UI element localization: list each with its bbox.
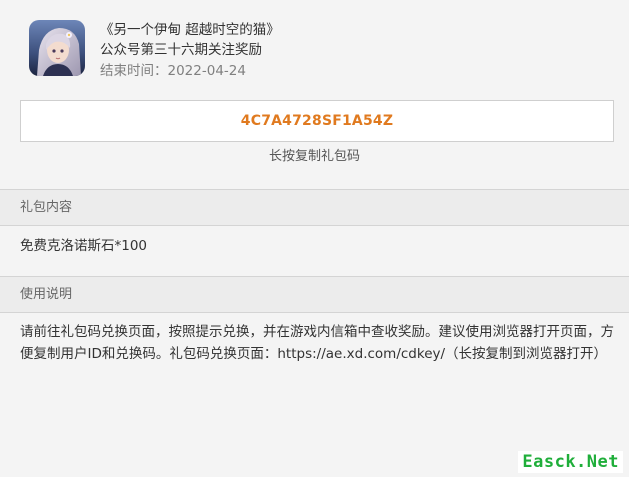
- contents-body: 免费克洛诺斯石*100: [20, 238, 148, 254]
- copy-hint: 长按复制礼包码: [268, 149, 360, 164]
- end-time: 结束时间：2022-04-24: [100, 63, 246, 79]
- gift-subtitle: 公众号第三十六期关注奖励: [100, 42, 262, 58]
- usage-body: 请前往礼包码兑换页面，按照提示兑换，并在游戏内信箱中查收奖励。建议使用浏览器打开…: [20, 324, 614, 362]
- usage-section-header: 使用说明: [0, 277, 629, 312]
- game-app-icon: [29, 20, 85, 76]
- site-watermark: Easck.Net: [518, 451, 623, 473]
- gift-header: 《另一个伊甸 超越时空的猫》 公众号第三十六期关注奖励 结束时间：2022-04…: [0, 0, 629, 95]
- contents-section-header: 礼包内容: [0, 190, 629, 225]
- gift-code[interactable]: 4C7A4728SF1A54Z: [241, 113, 393, 129]
- game-title: 《另一个伊甸 超越时空的猫》: [100, 22, 280, 38]
- divider: [0, 312, 629, 313]
- divider: [0, 225, 629, 226]
- gift-code-box[interactable]: 4C7A4728SF1A54Z: [20, 100, 614, 142]
- contents-section-title: 礼包内容: [20, 200, 73, 215]
- usage-section-title: 使用说明: [20, 287, 73, 302]
